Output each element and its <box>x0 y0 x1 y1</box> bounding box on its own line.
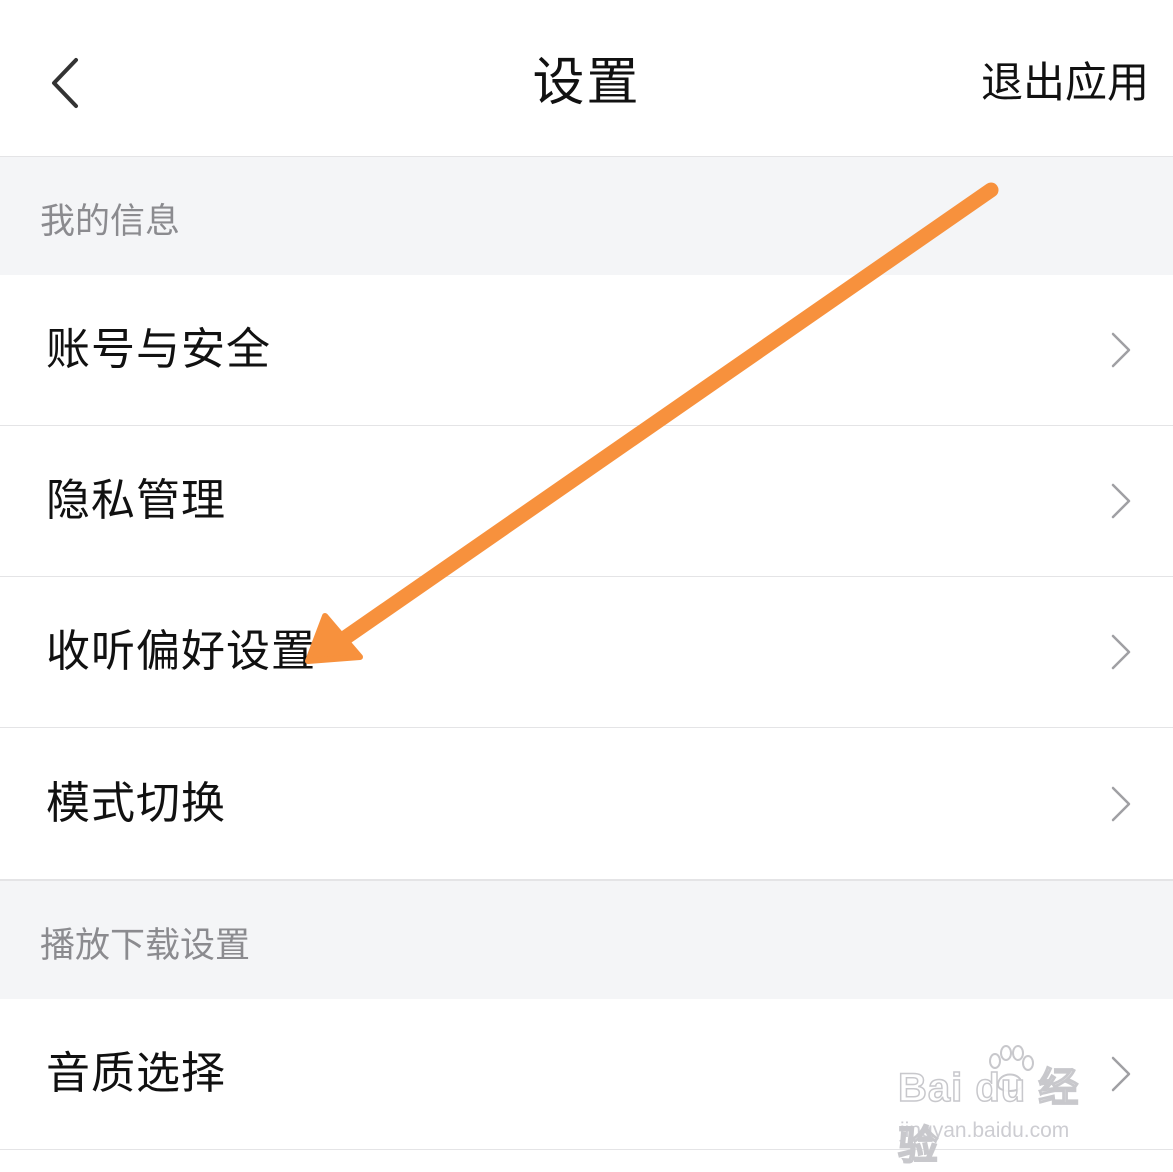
top-nav-bar: 设置 退出应用 <box>0 0 1173 157</box>
item-label: 音质选择 <box>46 1048 226 1099</box>
settings-item-mode-switch[interactable]: 模式切换 <box>0 729 1173 880</box>
settings-item-audio-quality[interactable]: 音质选择 <box>0 999 1173 1150</box>
item-label: 收听偏好设置 <box>46 626 316 677</box>
settings-item-privacy[interactable]: 隐私管理 <box>0 426 1173 577</box>
item-label: 隐私管理 <box>46 475 226 526</box>
settings-item-account-security[interactable]: 账号与安全 <box>0 275 1173 426</box>
item-label: 账号与安全 <box>46 324 271 375</box>
chevron-right-icon <box>1111 1056 1131 1092</box>
chevron-right-icon <box>1111 786 1131 822</box>
settings-item-listening-preferences[interactable]: 收听偏好设置 <box>0 577 1173 728</box>
chevron-right-icon <box>1111 483 1131 519</box>
chevron-right-icon <box>1111 634 1131 670</box>
exit-app-button[interactable]: 退出应用 <box>981 55 1149 111</box>
section-header-my-info: 我的信息 <box>0 157 1173 275</box>
item-label: 模式切换 <box>46 778 226 829</box>
section-header-playback-download: 播放下载设置 <box>0 880 1173 999</box>
chevron-right-icon <box>1111 332 1131 368</box>
